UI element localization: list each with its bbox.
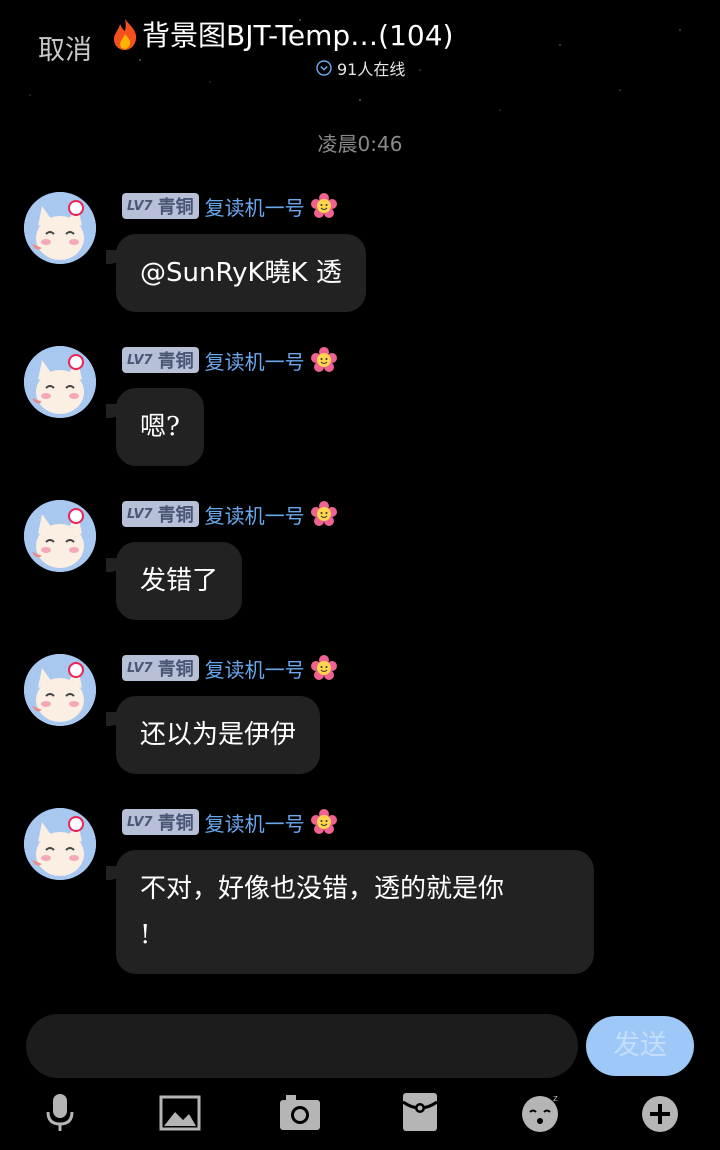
message-bubble[interactable]: 发错了 bbox=[105, 542, 243, 620]
message-line: ! bbox=[140, 920, 151, 950]
flower-icon bbox=[310, 193, 337, 218]
chat-header: 取消 背景图BJT-Temp…(104) 91人在线 bbox=[0, 0, 720, 90]
message-bubble[interactable]: 还以为是伊伊 bbox=[105, 696, 321, 774]
level-badge: LV7 青铜 bbox=[122, 193, 199, 219]
avatar[interactable] bbox=[24, 192, 96, 264]
message-timestamp: 凌晨0:46 bbox=[317, 132, 403, 156]
sender-nickname[interactable]: 复读机一号 bbox=[205, 808, 305, 837]
sender-info: LV7 青铜 复读机一号 bbox=[122, 500, 337, 528]
avatar[interactable] bbox=[24, 808, 96, 880]
message-bubble[interactable]: 嗯? bbox=[106, 388, 204, 466]
image-icon[interactable] bbox=[158, 1090, 202, 1134]
online-count: 91人在线 bbox=[337, 60, 406, 79]
chevron-down-icon bbox=[316, 60, 332, 76]
sender-nickname[interactable]: 复读机一号 bbox=[205, 500, 305, 529]
sender-info: LV7 青铜 复读机一号 bbox=[122, 654, 337, 682]
flower-icon bbox=[310, 655, 337, 680]
message-bubble[interactable]: 不对，好像也没错，透的就是你 ! bbox=[106, 850, 594, 974]
avatar[interactable] bbox=[24, 346, 96, 418]
group-title: 背景图BJT-Temp…(104) bbox=[142, 19, 454, 52]
level-badge: LV7 青铜 bbox=[122, 501, 199, 527]
input-toolbar: z bbox=[0, 1090, 720, 1140]
online-status[interactable]: 91人在线 bbox=[316, 56, 405, 80]
flower-icon bbox=[310, 501, 337, 526]
avatar[interactable] bbox=[24, 654, 96, 726]
sender-info: LV7 青铜 复读机一号 bbox=[122, 192, 337, 220]
sender-nickname[interactable]: 复读机一号 bbox=[205, 346, 305, 375]
camera-icon[interactable] bbox=[278, 1090, 322, 1134]
sender-nickname[interactable]: 复读机一号 bbox=[205, 654, 305, 683]
level-badge: LV7 青铜 bbox=[122, 347, 199, 373]
plus-icon[interactable] bbox=[638, 1090, 682, 1134]
flower-icon bbox=[310, 809, 337, 834]
sender-info: LV7 青铜 复读机一号 bbox=[122, 808, 337, 836]
red-packet-icon[interactable] bbox=[398, 1090, 442, 1134]
sender-info: LV7 青铜 复读机一号 bbox=[122, 346, 337, 374]
message-line: 不对，好像也没错，透的就是你 bbox=[140, 874, 505, 904]
emoji-icon[interactable]: z bbox=[518, 1090, 562, 1134]
cancel-button[interactable]: 取消 bbox=[38, 28, 92, 67]
microphone-icon[interactable] bbox=[38, 1090, 82, 1134]
sender-nickname[interactable]: 复读机一号 bbox=[205, 192, 305, 221]
flower-icon bbox=[310, 347, 337, 372]
chat-title: 背景图BJT-Temp…(104) bbox=[110, 14, 510, 54]
send-button[interactable]: 发送 bbox=[586, 1016, 694, 1076]
svg-text:z: z bbox=[553, 1094, 558, 1104]
fire-icon bbox=[114, 19, 137, 50]
level-badge: LV7 青铜 bbox=[122, 809, 199, 835]
level-badge: LV7 青铜 bbox=[122, 655, 199, 681]
avatar[interactable] bbox=[24, 500, 96, 572]
message-bubble[interactable]: @SunRyK曉K 透 bbox=[106, 234, 366, 312]
message-input[interactable] bbox=[26, 1014, 578, 1078]
